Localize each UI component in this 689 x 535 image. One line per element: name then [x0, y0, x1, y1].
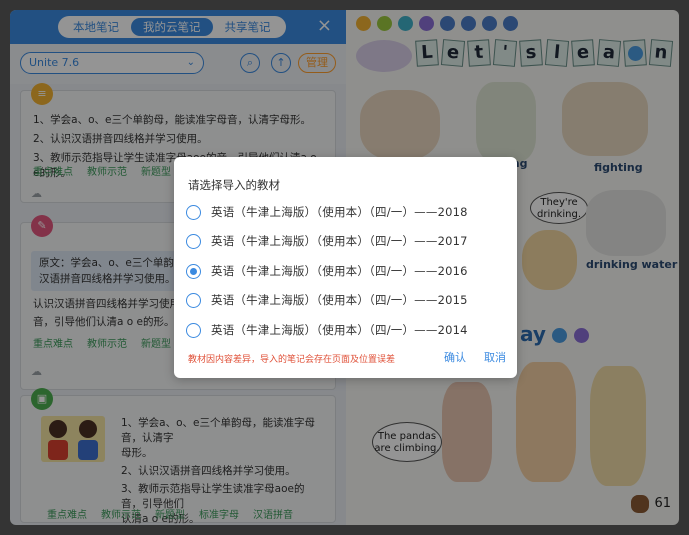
option-label: 英语（牛津上海版）（使用本）（四/一）——2015 — [211, 293, 468, 307]
textbook-option[interactable]: 英语（牛津上海版）（使用本）（四/一）——2015 — [186, 290, 468, 310]
option-label: 英语（牛津上海版）（使用本）（四/一）——2018 — [211, 205, 468, 219]
radio-button[interactable] — [186, 292, 201, 308]
confirm-button[interactable]: 确认 — [444, 349, 466, 365]
option-label: 英语（牛津上海版）（使用本）（四/一）——2016 — [211, 264, 468, 278]
textbook-option[interactable]: 英语（牛津上海版）（使用本）（四/一）——2016 — [186, 261, 468, 281]
cancel-button[interactable]: 取消 — [484, 349, 506, 365]
textbook-option[interactable]: 英语（牛津上海版）（使用本）（四/一）——2017 — [186, 231, 468, 251]
radio-button[interactable] — [186, 233, 201, 249]
import-textbook-dialog: 请选择导入的教材 英语（牛津上海版）（使用本）（四/一）——2018 英语（牛津… — [174, 157, 517, 378]
radio-button-selected[interactable] — [186, 263, 201, 279]
dialog-title: 请选择导入的教材 — [188, 178, 280, 192]
option-label: 英语（牛津上海版）（使用本）（四/一）——2017 — [211, 234, 468, 248]
textbook-option[interactable]: 英语（牛津上海版）（使用本）（四/一）——2014 — [186, 320, 468, 340]
option-label: 英语（牛津上海版）（使用本）（四/一）——2014 — [211, 323, 468, 337]
radio-button[interactable] — [186, 204, 201, 220]
textbook-option[interactable]: 英语（牛津上海版）（使用本）（四/一）——2018 — [186, 202, 468, 222]
warning-text: 教材因内容差异，导入的笔记会存在页面及位置误差 — [188, 355, 396, 365]
radio-button[interactable] — [186, 322, 201, 338]
